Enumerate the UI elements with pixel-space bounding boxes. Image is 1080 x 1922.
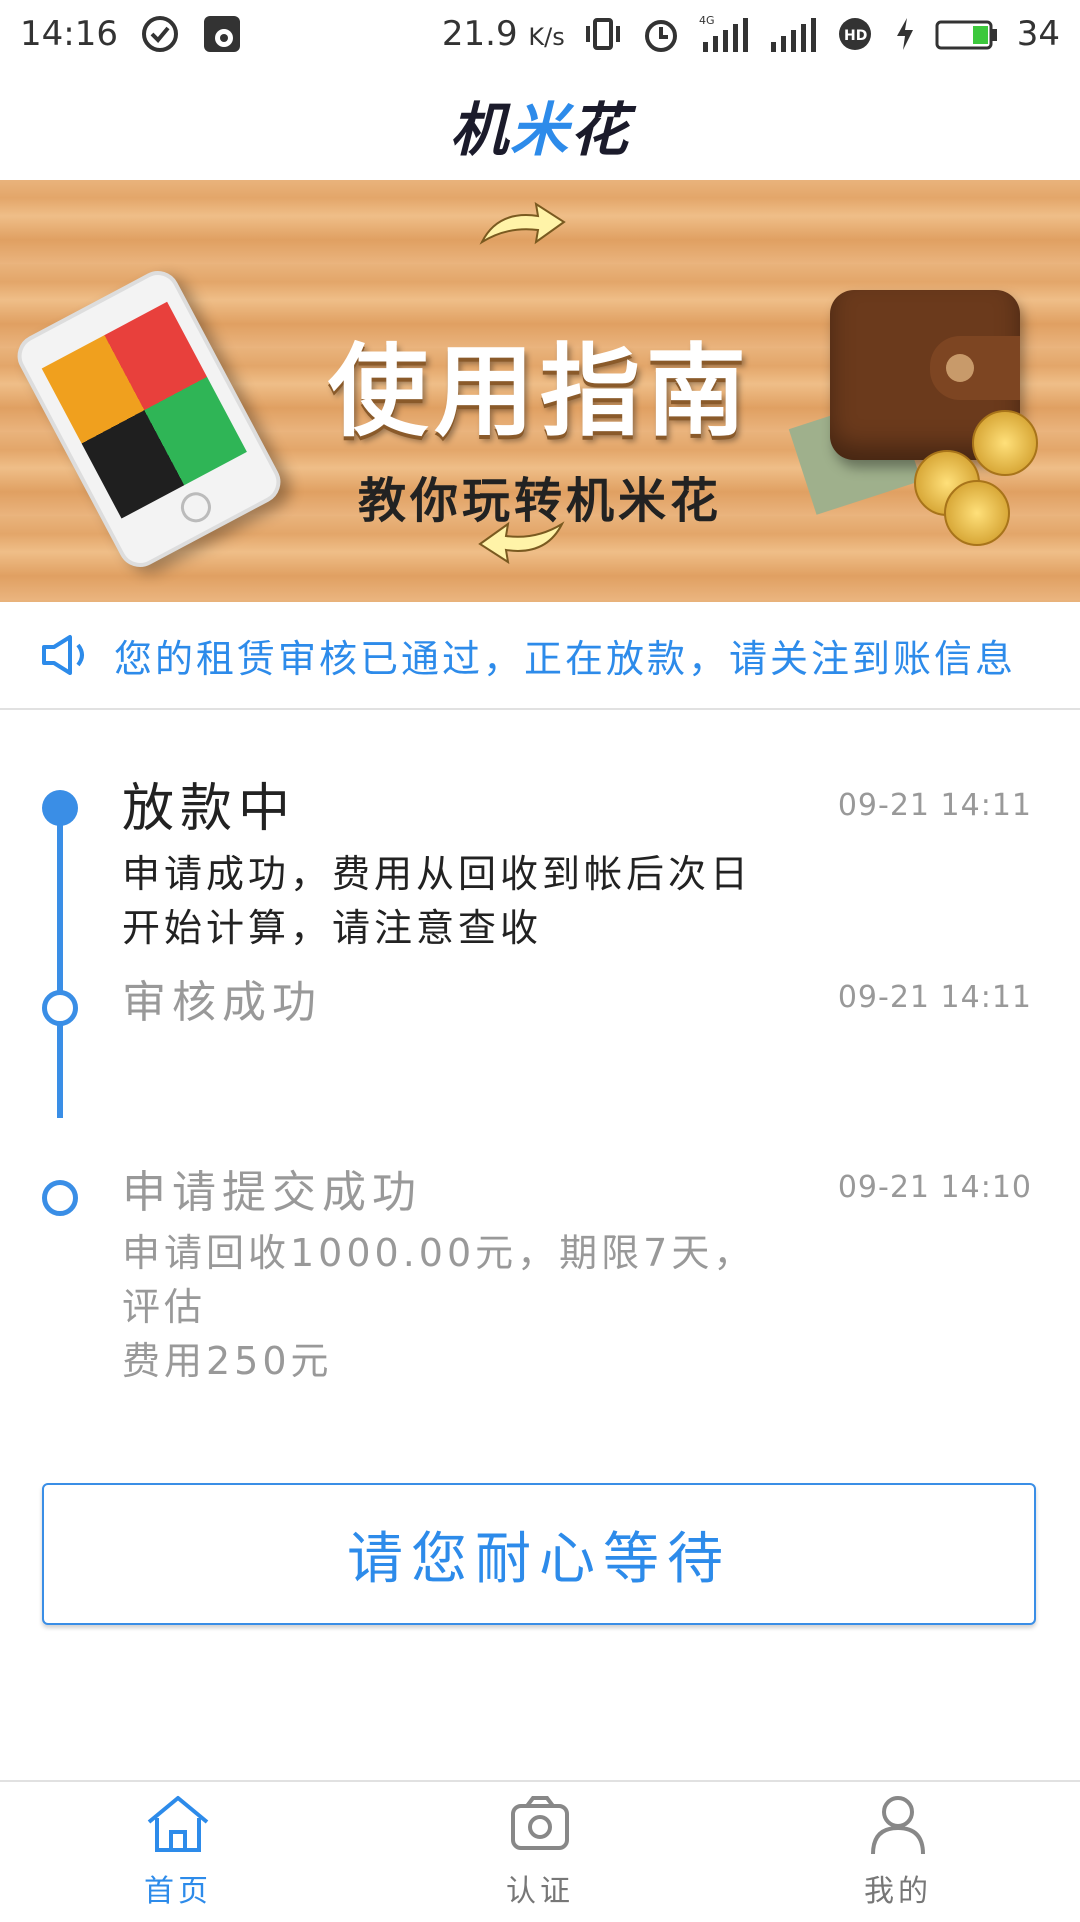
app-header: 机米花 [0, 70, 1080, 180]
timeline-dot-active [42, 790, 78, 826]
timeline-item-disbursing: 放款中 09-21 14:11 申请成功，费用从回收到帐后次日 开始计算，请注意… [122, 766, 1032, 955]
vibrate-icon [585, 18, 620, 50]
timeline-desc: 申请成功，费用从回收到帐后次日 开始计算，请注意查收 [122, 852, 753, 950]
status-bar: 14:16 21.9 K/s 4G HD 34 [0, 0, 1080, 70]
timeline-time: 09-21 14:10 [837, 1170, 1032, 1205]
timeline-item-approved: 审核成功 09-21 14:11 [122, 966, 1032, 1030]
timeline-dot [42, 1180, 78, 1216]
nav-item-verify[interactable]: 认证 [440, 1792, 640, 1910]
banner-subtitle: 教你玩转机米花 [357, 473, 722, 529]
notice-bar: 您的租赁审核已通过，正在放款，请关注到账信息 [0, 602, 1080, 710]
banner-title: 使用指南 [328, 333, 752, 450]
timeline-time: 09-21 14:11 [837, 788, 1032, 823]
speaker-icon [42, 635, 84, 675]
notice-text: 您的租赁审核已通过，正在放款，请关注到账信息 [114, 636, 1017, 681]
timeline-dot [42, 990, 78, 1026]
timeline-item-submitted: 申请提交成功 09-21 14:10 申请回收1000.00元，期限7天，评估 … [122, 1156, 1032, 1388]
signal-icon [770, 18, 816, 52]
uc-browser-icon [203, 16, 240, 52]
camera-icon [511, 1796, 569, 1850]
svg-text:HD: HD [844, 28, 867, 44]
nav-label: 首页 [144, 1874, 212, 1909]
timeline-line [57, 810, 63, 1118]
home-icon [147, 1796, 209, 1852]
progress-timeline: 放款中 09-21 14:11 申请成功，费用从回收到帐后次日 开始计算，请注意… [0, 710, 1080, 1383]
net-speed: 21.9 K/s [441, 14, 565, 54]
wait-button-label: 请您耐心等待 [347, 1526, 731, 1592]
arrow-right-icon [479, 202, 566, 245]
bottom-nav: 首页 认证 我的 [0, 1780, 1080, 1922]
signal-4g-icon: 4G [699, 14, 748, 52]
person-icon [871, 1796, 925, 1855]
charging-icon [896, 18, 913, 50]
nav-item-home[interactable]: 首页 [78, 1792, 278, 1910]
app-title: 机米花 [449, 96, 631, 164]
nav-label: 我的 [864, 1874, 932, 1909]
wait-button[interactable]: 请您耐心等待 [42, 1483, 1036, 1625]
alarm-icon [644, 20, 677, 52]
status-time: 14:16 [20, 14, 118, 54]
check-circle-icon [141, 16, 178, 52]
guide-banner[interactable]: 使用指南 教你玩转机米花 [0, 180, 1080, 602]
hd-icon: HD [838, 18, 871, 50]
nav-item-mine[interactable]: 我的 [798, 1792, 998, 1910]
timeline-time: 09-21 14:11 [837, 980, 1032, 1015]
battery-icon [935, 20, 997, 50]
timeline-desc: 申请回收1000.00元，期限7天，评估 费用250元 [122, 1231, 756, 1383]
nav-label: 认证 [506, 1874, 574, 1909]
svg-text:4G: 4G [699, 14, 715, 27]
battery-level: 34 [1016, 14, 1060, 54]
